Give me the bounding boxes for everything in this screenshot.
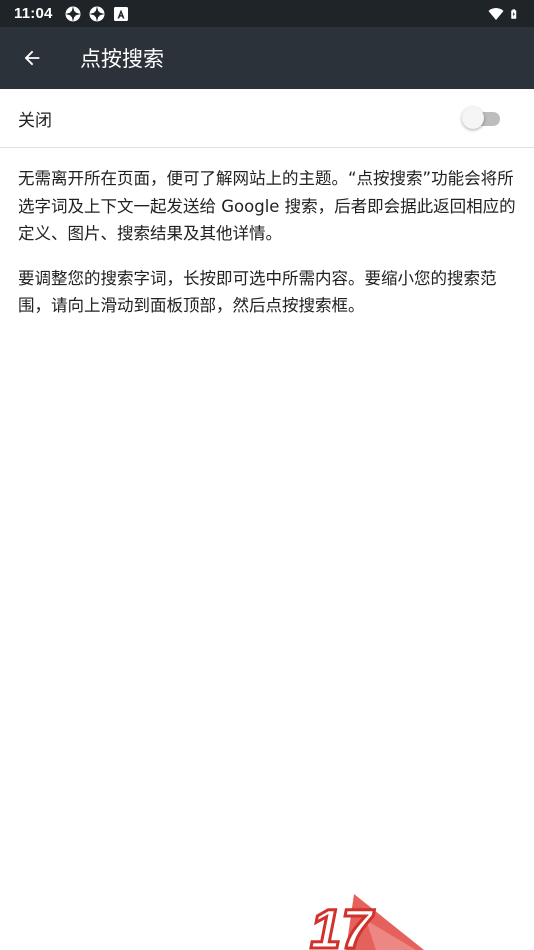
tap-to-search-switch[interactable]	[462, 106, 504, 130]
toggle-label: 关闭	[18, 110, 52, 131]
description: 无需离开所在页面，便可了解网站上的主题。“点按搜索”功能会将所选字词及上下文一起…	[18, 165, 518, 337]
description-paragraph-2: 要调整您的搜索字词，长按即可选中所需内容。要缩小您的搜索范围，请向上滑动到面板顶…	[18, 268, 497, 316]
battery-icon	[511, 8, 517, 19]
page-title: 点按搜索	[80, 47, 164, 71]
status-left-icons	[65, 6, 129, 22]
back-button[interactable]	[4, 30, 60, 86]
app-bar: 点按搜索	[0, 27, 534, 89]
tap-to-search-toggle-row[interactable]: 关闭	[0, 89, 534, 148]
switch-thumb	[462, 107, 484, 129]
sync-icon	[65, 6, 81, 21]
a-icon	[113, 6, 128, 21]
watermark-text: 17	[310, 897, 375, 950]
description-paragraph-1: 无需离开所在页面，便可了解网站上的主题。“点按搜索”功能会将所选字词及上下文一起…	[18, 169, 516, 243]
wifi-icon	[488, 7, 504, 20]
status-time: 11:04	[14, 5, 53, 22]
sync-icon	[89, 6, 105, 21]
status-bar: 11:04	[0, 0, 534, 27]
arrow-back-icon	[24, 50, 40, 66]
status-right-icons	[488, 6, 520, 22]
watermark-logo: 17	[309, 894, 424, 950]
